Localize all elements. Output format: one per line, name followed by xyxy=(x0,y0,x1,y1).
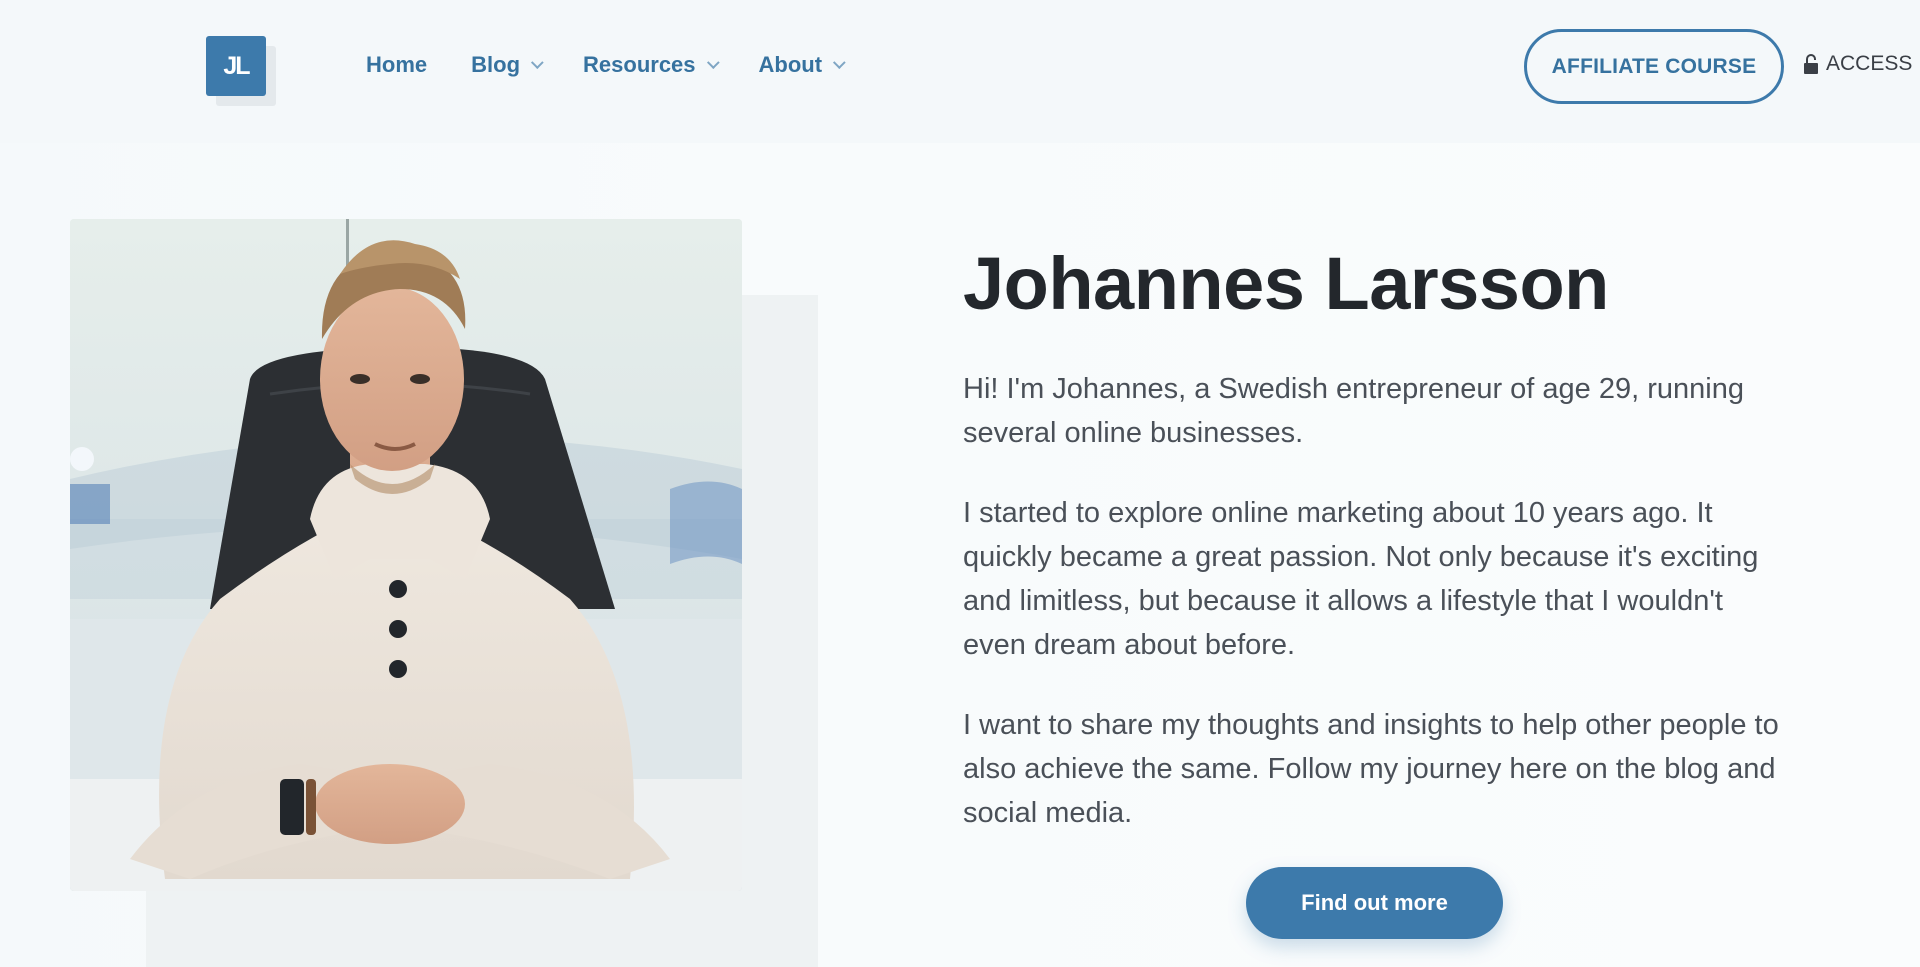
nav-item-resources[interactable]: Resources xyxy=(583,52,720,78)
site-header: JL Home Blog Resources About AFFILIATE C… xyxy=(0,0,1920,143)
chevron-down-icon xyxy=(530,55,544,69)
affiliate-course-button[interactable]: AFFILIATE COURSE xyxy=(1524,29,1784,104)
intro-paragraph: Hi! I'm Johannes, a Swedish entrepreneur… xyxy=(963,372,1744,449)
find-out-more-button[interactable]: Find out more xyxy=(1246,867,1503,939)
nav-item-blog[interactable]: Blog xyxy=(471,52,544,78)
access-label: ACCESS xyxy=(1826,52,1913,75)
nav-item-label: Home xyxy=(366,52,428,77)
nav-item-label: Resources xyxy=(583,52,696,77)
page-title: Johannes Larsson xyxy=(963,242,1609,325)
intro-paragraph: I started to explore online marketing ab… xyxy=(963,496,1759,661)
nav-item-label: About xyxy=(758,52,823,77)
access-link[interactable]: ACCESS xyxy=(1804,52,1912,76)
nav-item-label: Blog xyxy=(471,52,521,77)
hero-content: Johannes Larsson Hi! I'm Johannes, a Swe… xyxy=(963,240,1793,835)
profile-photo xyxy=(70,219,742,891)
intro-paragraph: I want to share my thoughts and insights… xyxy=(963,708,1779,829)
logo[interactable]: JL xyxy=(206,36,266,96)
main-nav: Home Blog Resources About xyxy=(366,52,885,78)
page: JL Home Blog Resources About AFFILIATE C… xyxy=(0,0,1920,967)
chevron-down-icon xyxy=(706,55,720,69)
chevron-down-icon xyxy=(833,55,846,69)
nav-item-about[interactable]: About xyxy=(758,52,846,78)
logo-link[interactable]: JL xyxy=(206,36,276,106)
lock-icon xyxy=(1804,54,1818,74)
portrait-illustration xyxy=(70,219,742,891)
nav-item-home[interactable]: Home xyxy=(366,52,427,78)
